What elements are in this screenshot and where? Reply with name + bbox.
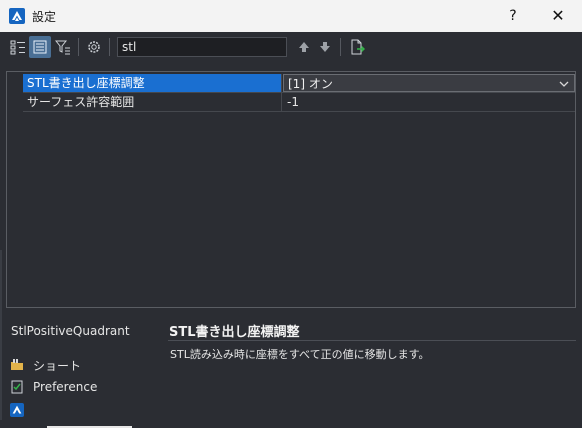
- list-view-icon[interactable]: [29, 36, 51, 58]
- toolbar: [0, 32, 582, 62]
- divider: [168, 340, 576, 341]
- tree-view-icon[interactable]: [7, 36, 29, 58]
- preference-item[interactable]: Preference: [10, 378, 97, 396]
- title-bar: 設定 ? ✕: [0, 0, 582, 32]
- shortcut-label: ショート: [33, 358, 82, 373]
- toolbar-separator: [340, 38, 341, 56]
- toolbar-separator: [109, 38, 110, 56]
- search-input[interactable]: [117, 37, 287, 57]
- property-value: [1] オン: [288, 77, 333, 91]
- app-item[interactable]: [10, 401, 33, 419]
- property-value-dropdown[interactable]: [1] オン: [283, 74, 575, 92]
- next-match-icon[interactable]: [314, 36, 336, 58]
- property-value[interactable]: -1: [283, 93, 575, 111]
- chevron-down-icon[interactable]: [558, 78, 570, 90]
- toolbar-separator: [78, 38, 79, 56]
- description-title: STL書き出し座標調整: [169, 325, 300, 340]
- property-name[interactable]: STL書き出し座標調整: [23, 74, 282, 92]
- property-row-surface-tolerance[interactable]: サーフェス許容範囲 -1: [7, 93, 575, 112]
- folder-icon: [10, 358, 24, 372]
- help-button[interactable]: ?: [496, 4, 530, 28]
- window-edge: [0, 250, 2, 420]
- variable-name: StlPositiveQuadrant: [11, 324, 130, 338]
- export-icon[interactable]: [346, 36, 368, 58]
- property-name[interactable]: サーフェス許容範囲: [23, 93, 282, 111]
- prev-match-icon[interactable]: [293, 36, 315, 58]
- shortcut-item[interactable]: ショート: [10, 356, 81, 374]
- preference-label: Preference: [33, 380, 98, 394]
- filter-icon[interactable]: [52, 36, 74, 58]
- row-gutter: [7, 93, 23, 112]
- close-button[interactable]: ✕: [540, 4, 576, 28]
- settings-gear-icon[interactable]: [83, 36, 105, 58]
- preference-icon: [10, 380, 24, 394]
- app-logo-icon: [9, 8, 25, 24]
- property-row-stl-export[interactable]: STL書き出し座標調整 [1] オン: [7, 74, 575, 93]
- description-text: STL読み込み時に座標をすべて正の値に移動します。: [170, 348, 430, 361]
- window-title: 設定: [32, 10, 57, 24]
- row-gutter: [7, 74, 23, 93]
- app-logo-icon: [10, 403, 24, 417]
- property-grid: STL書き出し座標調整 [1] オン サーフェス許容範囲 -1: [6, 71, 576, 308]
